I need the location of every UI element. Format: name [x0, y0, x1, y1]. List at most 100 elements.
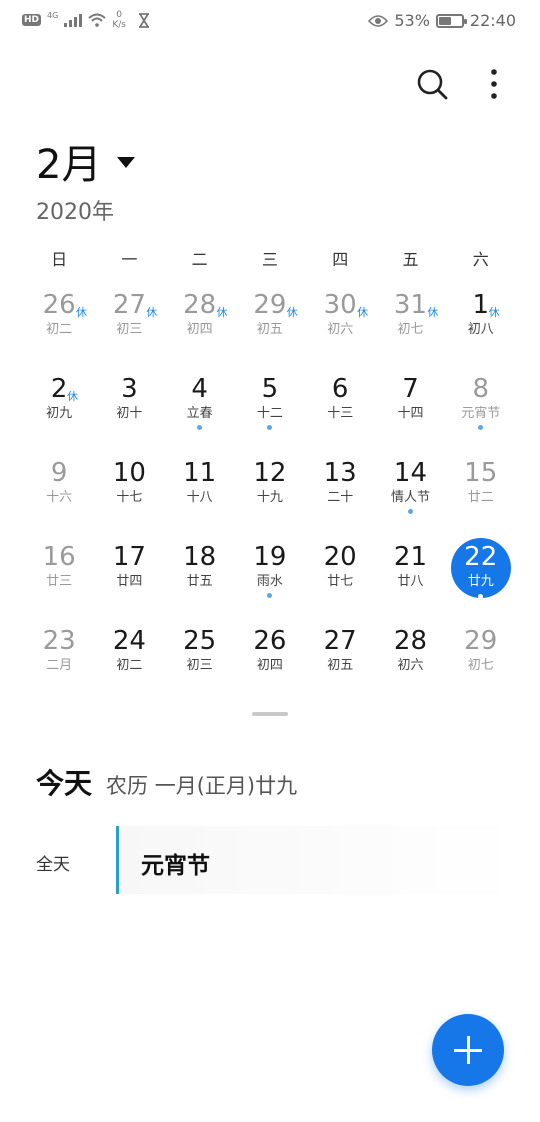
calendar-day[interactable]: 27 休初三: [94, 284, 164, 368]
year-label: 2020年: [36, 200, 114, 225]
day-number: 27: [323, 626, 357, 656]
lunar-date: 初八: [467, 322, 494, 337]
calendar-day[interactable]: 11 十八: [165, 452, 235, 536]
lunar-date: 初七: [467, 658, 494, 673]
search-icon[interactable]: [414, 66, 450, 102]
hourglass-icon: [138, 12, 149, 28]
lunar-date: 廿四: [116, 574, 143, 589]
wifi-icon: [88, 13, 106, 27]
lunar-date: 雨水: [256, 574, 283, 589]
network-speed-value: 0: [116, 10, 122, 20]
event-item[interactable]: 全天 元宵节: [36, 826, 516, 894]
lunar-date: 初二: [46, 322, 73, 337]
drag-handle[interactable]: [252, 712, 288, 716]
lunar-date: 初六: [397, 658, 424, 673]
battery-percent: 53%: [394, 11, 430, 30]
holiday-badge: 休: [488, 306, 500, 319]
holiday-badge: 休: [216, 306, 228, 319]
today-lunar-date: 农历 一月(正月)廿九: [106, 774, 298, 798]
lunar-date: 初七: [397, 322, 424, 337]
day-number: 20: [323, 542, 357, 572]
battery-fill: [438, 16, 451, 25]
calendar-day[interactable]: 23 二月: [24, 620, 94, 704]
event-dot: [197, 425, 203, 430]
calendar-day[interactable]: 20 廿七: [305, 536, 375, 620]
lunar-date: 初九: [46, 406, 73, 421]
calendar-day[interactable]: 31 休初七: [375, 284, 445, 368]
event-dot: [407, 509, 413, 514]
lunar-date: 初二: [116, 658, 143, 673]
event-title: 元宵节: [141, 853, 210, 879]
calendar-day[interactable]: 25 初三: [165, 620, 235, 704]
day-number: 28: [393, 626, 427, 656]
calendar-day[interactable]: 16 廿三: [24, 536, 94, 620]
calendar-day[interactable]: 30 休初六: [305, 284, 375, 368]
weekday-thu: 四: [332, 250, 349, 269]
day-number: 24: [112, 626, 146, 656]
lunar-date: 初三: [116, 322, 143, 337]
day-number: 13: [323, 458, 357, 488]
holiday-badge: 休: [357, 306, 369, 319]
calendar-day[interactable]: 7 十四: [375, 368, 445, 452]
lunar-date: 初五: [256, 322, 283, 337]
lunar-date: 二月: [46, 658, 73, 673]
network-speed-unit: K/s: [112, 20, 126, 30]
holiday-badge: 休: [286, 306, 298, 319]
calendar-day[interactable]: 27 初五: [305, 620, 375, 704]
day-number: 15: [464, 458, 498, 488]
lunar-date: 初六: [327, 322, 354, 337]
hd-icon: HD: [22, 14, 42, 26]
calendar-day[interactable]: 17 廿四: [94, 536, 164, 620]
lunar-date: 十七: [116, 490, 143, 505]
calendar-day-today[interactable]: 22 廿九: [446, 536, 516, 620]
day-number: 14: [393, 458, 427, 488]
clock: 22:40: [469, 11, 516, 30]
calendar-day[interactable]: 3 初十: [94, 368, 164, 452]
calendar-day[interactable]: 15 廿二: [446, 452, 516, 536]
eye-icon: [368, 14, 389, 27]
lunar-date: 十二: [256, 406, 283, 421]
lunar-date: 十八: [186, 490, 213, 505]
lunar-date: 初十: [116, 406, 143, 421]
add-event-button[interactable]: [432, 1014, 504, 1086]
calendar-day[interactable]: 28 休初四: [165, 284, 235, 368]
lunar-date: 十三: [327, 406, 354, 421]
weekday-header: 日 一 二 三 四 五 六: [24, 246, 516, 270]
calendar-day[interactable]: 6 十三: [305, 368, 375, 452]
calendar-day[interactable]: 26 休初二: [24, 284, 94, 368]
calendar-day[interactable]: 13 二十: [305, 452, 375, 536]
calendar-day[interactable]: 29 休初五: [235, 284, 305, 368]
status-bar: HD 4G 0 K/s 53% 22:40: [0, 0, 540, 44]
calendar-day[interactable]: 26 初四: [235, 620, 305, 704]
calendar-day[interactable]: 12 十九: [235, 452, 305, 536]
calendar-day[interactable]: 8 元宵节: [446, 368, 516, 452]
holiday-badge: 休: [146, 306, 158, 319]
day-number: 26: [253, 626, 287, 656]
holiday-badge: 休: [67, 390, 78, 403]
calendar-day[interactable]: 29 初七: [446, 620, 516, 704]
calendar-day[interactable]: 9 十六: [24, 452, 94, 536]
calendar-day[interactable]: 10 十七: [94, 452, 164, 536]
calendar-day[interactable]: 18 廿五: [165, 536, 235, 620]
day-number: 9: [50, 458, 68, 488]
calendar-day[interactable]: 5 十二: [235, 368, 305, 452]
calendar-day[interactable]: 24 初二: [94, 620, 164, 704]
calendar-day[interactable]: 21 廿八: [375, 536, 445, 620]
calendar-day[interactable]: 28 初六: [375, 620, 445, 704]
day-number: 7: [402, 374, 419, 404]
calendar-day[interactable]: 14 情人节: [375, 452, 445, 536]
status-bar-right: 53% 22:40: [368, 11, 516, 30]
lunar-date: 初五: [327, 658, 354, 673]
calendar-day[interactable]: 1 休初八: [446, 284, 516, 368]
calendar-week-row: 16 廿三 17 廿四 18 廿五 19 雨水 20 廿七 21 廿八 22 廿九: [24, 536, 516, 620]
signal-icon: [64, 13, 83, 27]
holiday-badge: 休: [76, 306, 87, 319]
event-card[interactable]: 元宵节: [119, 826, 516, 894]
more-vertical-icon[interactable]: [476, 66, 512, 102]
calendar-day[interactable]: 19 雨水: [235, 536, 305, 620]
calendar-day[interactable]: 2 休初九: [24, 368, 94, 452]
lunar-date: 初四: [186, 322, 213, 337]
calendar-day[interactable]: 4 立春: [165, 368, 235, 452]
month-selector[interactable]: 2月: [36, 132, 136, 190]
day-number: 22: [464, 542, 498, 572]
